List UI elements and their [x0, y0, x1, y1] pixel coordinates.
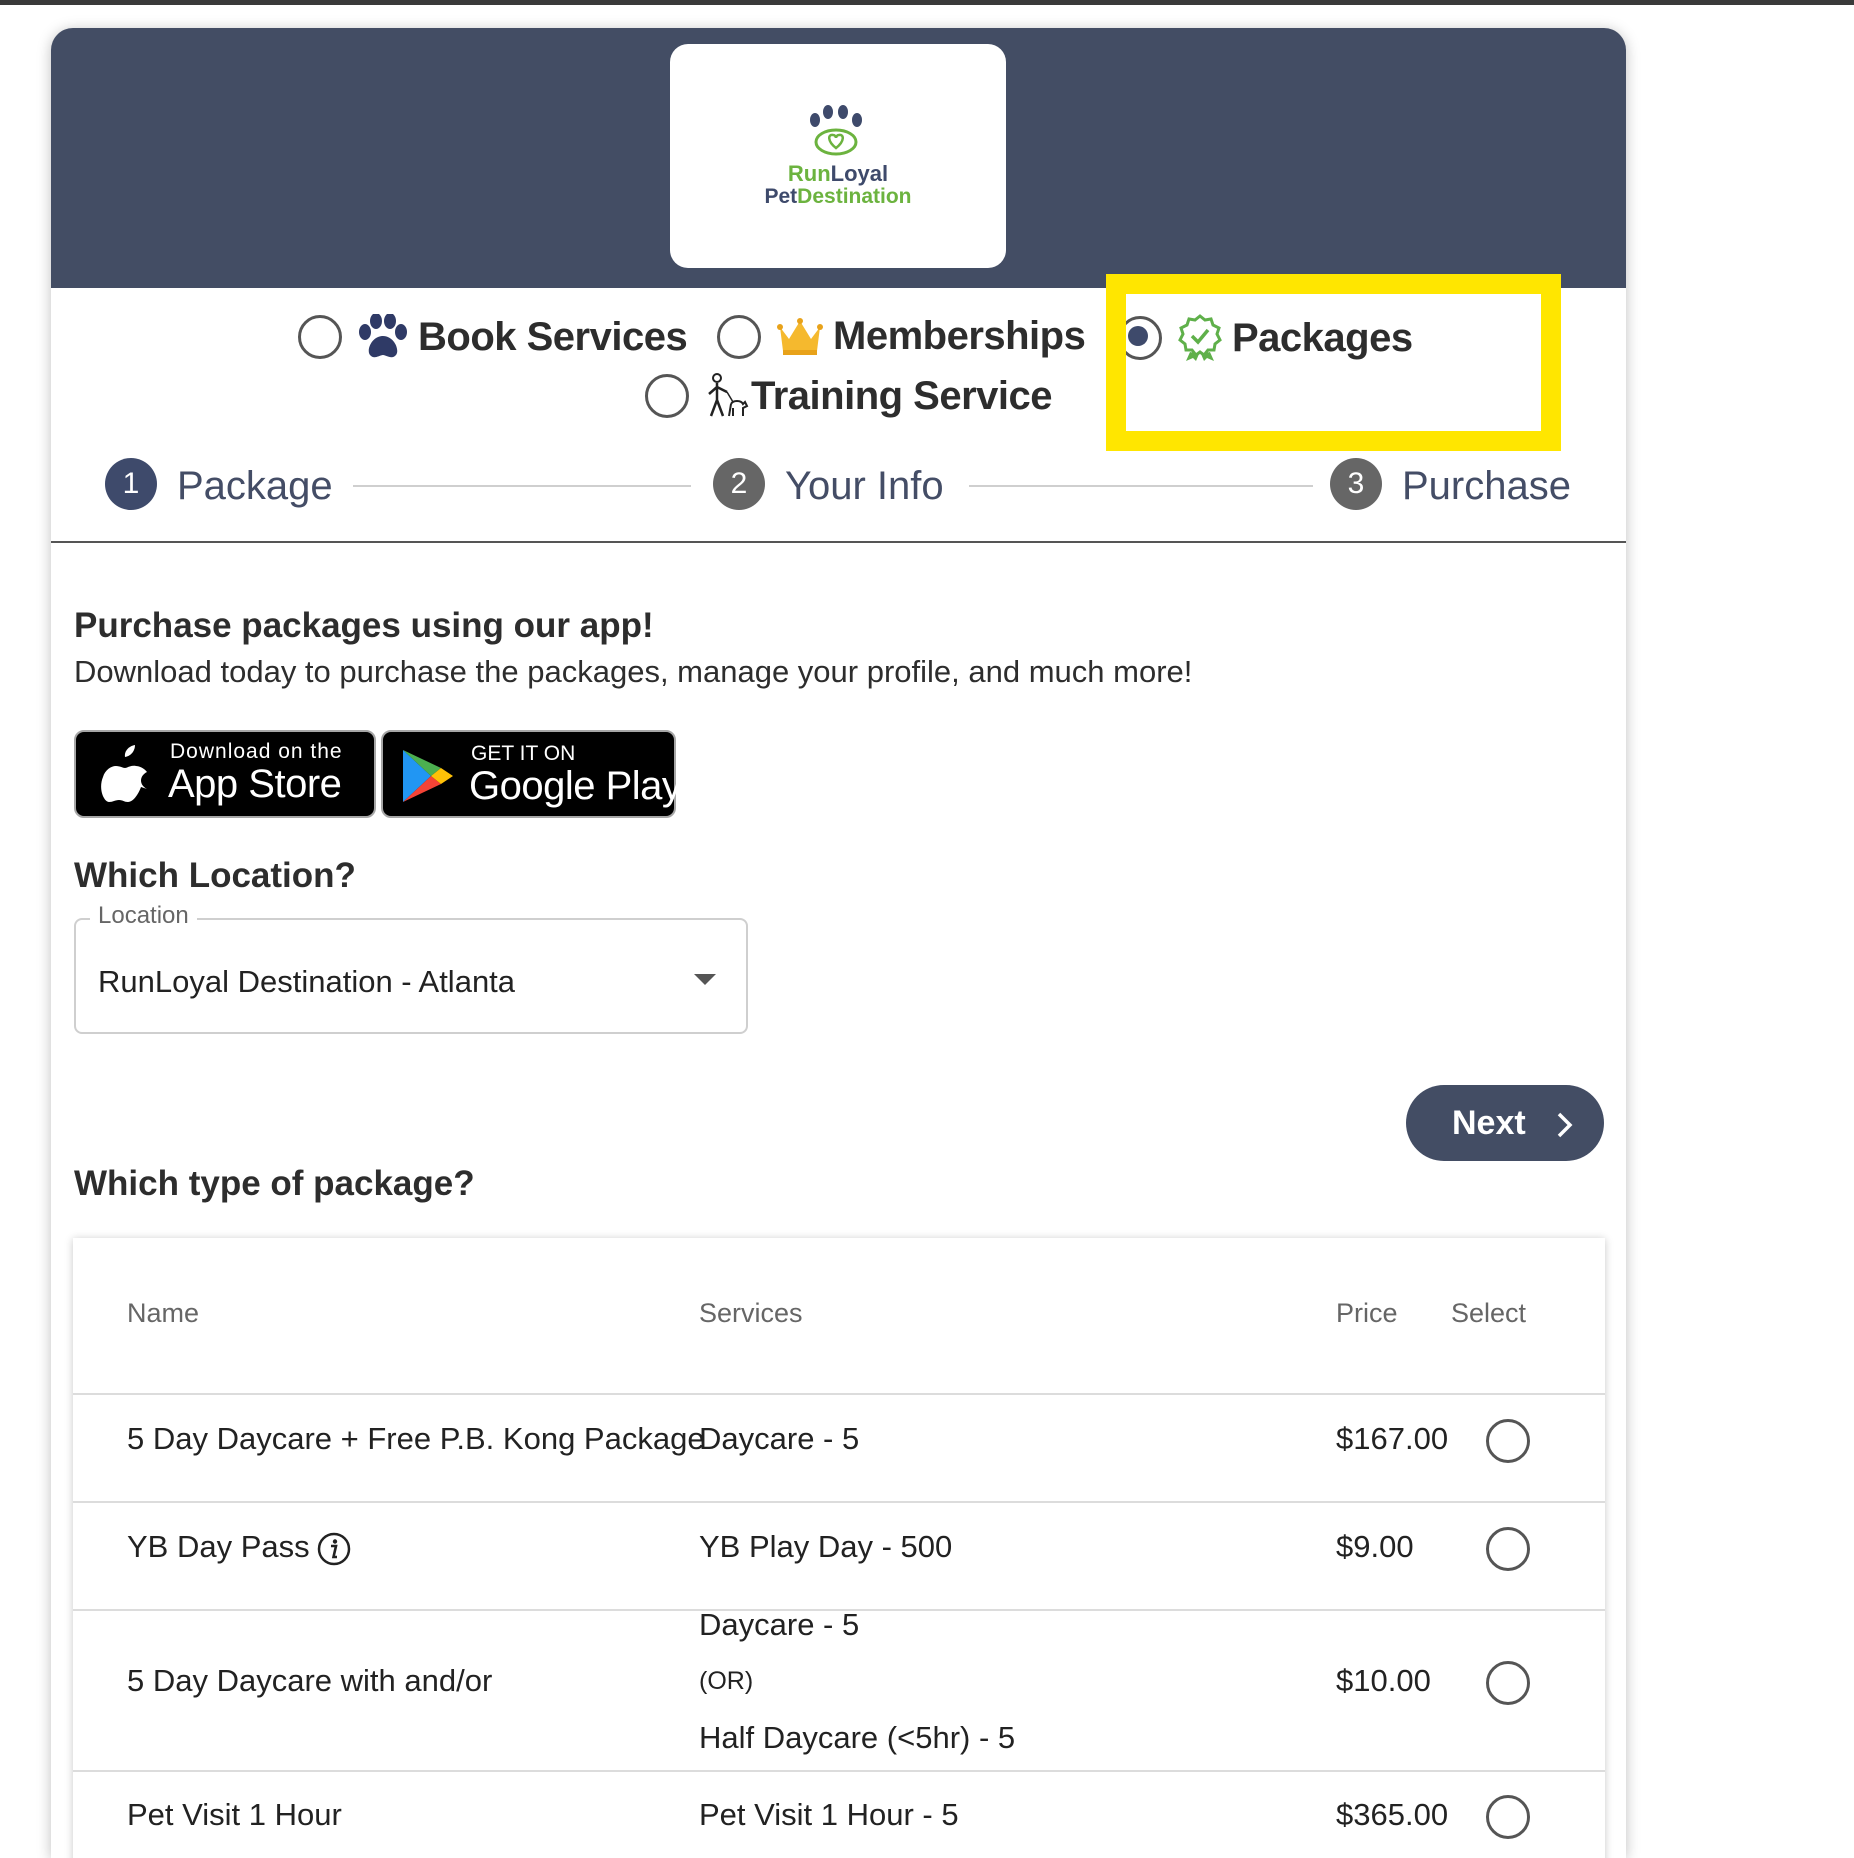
- promo-subtitle: Download today to purchase the packages,…: [74, 654, 1193, 689]
- google-play-small-text: GET IT ON: [471, 742, 576, 765]
- step-3-label: Purchase: [1402, 464, 1571, 508]
- step-1-label: Package: [177, 464, 333, 508]
- package-price: $365.00: [1336, 1797, 1449, 1832]
- row-divider: [73, 1393, 1605, 1395]
- location-select[interactable]: Location RunLoyal Destination - Atlanta: [74, 902, 748, 1034]
- row-divider: [73, 1501, 1605, 1503]
- package-services: Pet Visit 1 Hour - 5: [699, 1797, 959, 1832]
- app-store-big-text: App Store: [168, 762, 342, 806]
- app-store-small-text: Download on the: [170, 740, 343, 763]
- package-type-heading: Which type of package?: [74, 1164, 475, 1203]
- mode-option-training-service[interactable]: Training Service: [645, 372, 1053, 420]
- package-select-radio[interactable]: [1486, 1527, 1530, 1571]
- package-service-line: Half Daycare (<5hr) - 5: [699, 1720, 1016, 1755]
- location-heading: Which Location?: [74, 856, 356, 895]
- mode-radio-packages[interactable]: [1118, 316, 1162, 360]
- google-play-icon: [403, 750, 453, 802]
- column-header-name: Name: [127, 1298, 200, 1328]
- promo-title: Purchase packages using our app!: [74, 606, 654, 645]
- highlight-box: [1106, 274, 1561, 451]
- mode-radio-memberships[interactable]: [717, 314, 761, 359]
- package-price: $167.00: [1336, 1421, 1449, 1456]
- mode-option-book-services[interactable]: Book Services: [298, 314, 688, 360]
- package-service-line: Daycare - 5: [699, 1607, 860, 1642]
- package-services: Daycare - 5: [699, 1421, 860, 1456]
- mode-radio-training-service[interactable]: [645, 374, 689, 418]
- next-button[interactable]: Next: [1406, 1085, 1604, 1161]
- google-play-big-text: Google Play: [469, 764, 682, 808]
- brand-logo: RunLoyal PetDestination: [670, 44, 1006, 268]
- row-divider: [73, 1770, 1605, 1772]
- app-store-button[interactable]: Download on the App Store: [74, 730, 376, 818]
- dropdown-arrow-icon[interactable]: [694, 974, 716, 985]
- logo-wordmark-line2: PetDestination: [764, 185, 912, 208]
- location-select-label: Location: [90, 902, 197, 930]
- step-2-circle: 2: [713, 458, 765, 510]
- package-name: 5 Day Daycare + Free P.B. Kong Package: [127, 1421, 705, 1456]
- stepper-divider: [51, 541, 1626, 543]
- package-select-radio[interactable]: [1486, 1661, 1530, 1705]
- chevron-right-icon: [1557, 1112, 1573, 1138]
- package-select-radio[interactable]: [1486, 1419, 1530, 1463]
- step-2-label: Your Info: [785, 464, 944, 508]
- info-icon[interactable]: [316, 1531, 352, 1567]
- mode-label-training-service: Training Service: [751, 373, 1053, 418]
- window-top-border: [0, 0, 1854, 5]
- package-select-radio[interactable]: [1486, 1795, 1530, 1839]
- dog-trainer-icon: [703, 372, 749, 420]
- packages-table: Name Services Price Select 5 Day Daycare…: [73, 1238, 1605, 1858]
- package-price: $10.00: [1336, 1663, 1431, 1698]
- step-1-circle: 1: [105, 458, 157, 510]
- badge-check-icon: [1178, 314, 1222, 362]
- package-services: YB Play Day - 500: [699, 1529, 953, 1564]
- step-3-circle: 3: [1330, 458, 1382, 510]
- mode-option-memberships[interactable]: Memberships: [717, 314, 1086, 359]
- mode-option-packages[interactable]: Packages: [1118, 314, 1413, 362]
- mode-label-memberships: Memberships: [833, 314, 1086, 358]
- package-price: $9.00: [1336, 1529, 1414, 1564]
- paw-icon: [358, 314, 408, 360]
- google-play-button[interactable]: GET IT ON Google Play: [381, 730, 682, 818]
- step-connector-1: [353, 485, 691, 487]
- column-header-services: Services: [699, 1298, 803, 1328]
- next-button-label: Next: [1452, 1104, 1526, 1142]
- location-select-value: RunLoyal Destination - Atlanta: [98, 964, 516, 999]
- package-name: 5 Day Daycare with and/or: [127, 1663, 493, 1698]
- apple-icon: [101, 745, 147, 802]
- mode-radio-book-services[interactable]: [298, 315, 342, 359]
- logo-paw-icon: [810, 105, 862, 156]
- step-connector-2: [969, 485, 1313, 487]
- mode-label-book-services: Book Services: [418, 314, 688, 359]
- package-name: Pet Visit 1 Hour: [127, 1797, 342, 1832]
- package-service-or: (OR): [699, 1667, 754, 1695]
- mode-label-packages: Packages: [1232, 315, 1413, 360]
- crown-icon: [777, 317, 823, 357]
- column-header-select: Select: [1451, 1298, 1527, 1328]
- package-name: YB Day Pass: [127, 1529, 352, 1567]
- header-banner: RunLoyal PetDestination: [51, 28, 1626, 288]
- booking-card: RunLoyal PetDestination Book Services Me…: [51, 28, 1626, 1858]
- logo-wordmark-line1: RunLoyal: [787, 161, 889, 186]
- column-header-price: Price: [1336, 1298, 1398, 1328]
